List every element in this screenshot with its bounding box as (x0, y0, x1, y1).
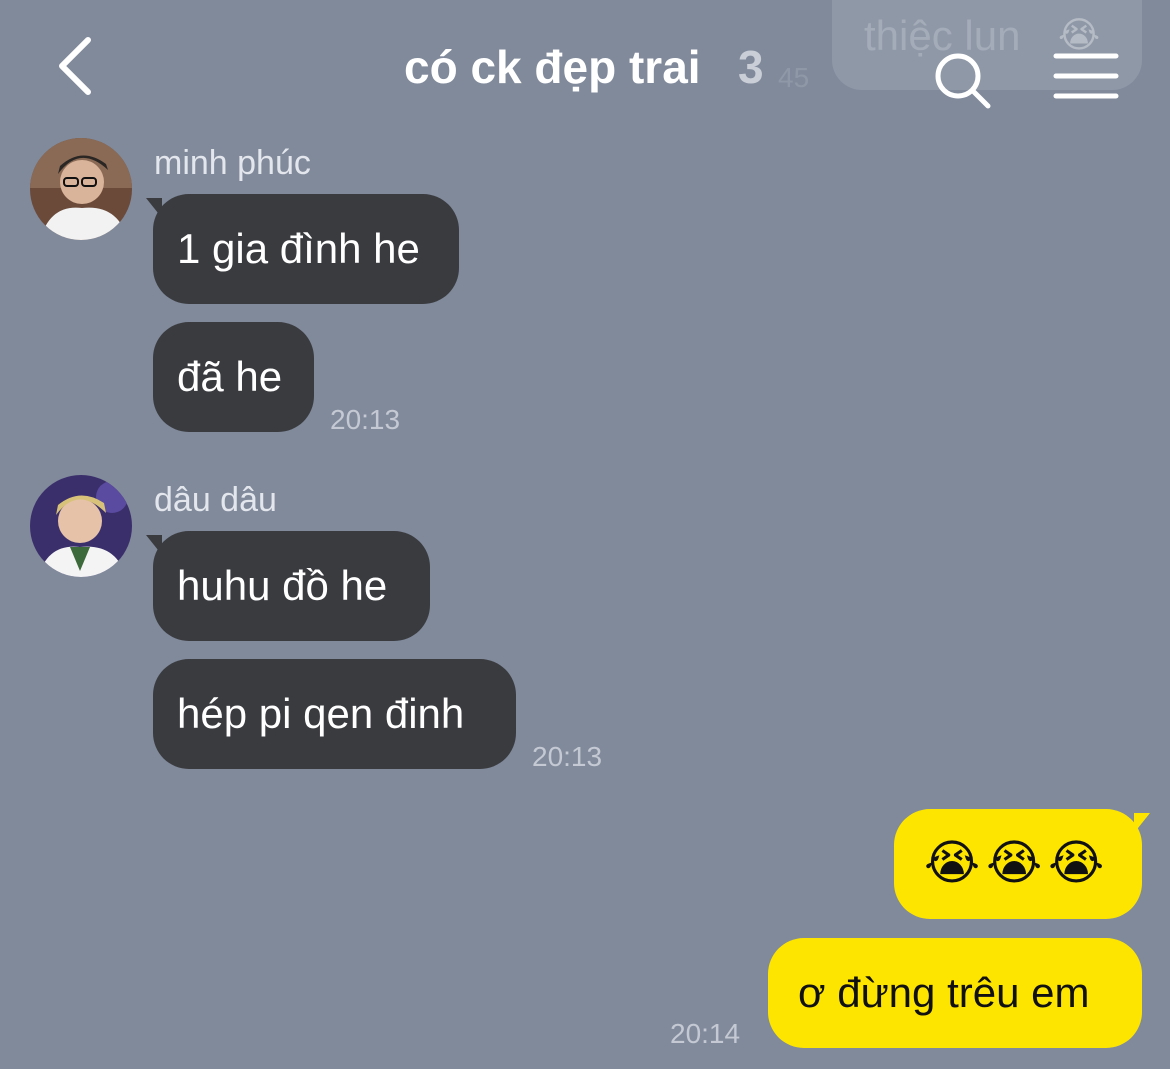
chat-title: có ck đẹp trai (404, 41, 701, 93)
avatar-dau-dau[interactable] (30, 475, 132, 577)
overlap-preview-time: 45 (778, 62, 810, 93)
sender-name-dau-dau: dâu dâu (154, 481, 277, 519)
message-bubble[interactable]: hép pi qen đinh (153, 659, 516, 769)
avatar-minh-phuc[interactable] (30, 138, 132, 240)
menu-button[interactable] (1052, 50, 1120, 102)
sender-name-minh-phuc: minh phúc (154, 144, 311, 182)
user-photo-icon (30, 475, 132, 577)
message-bubble-outgoing[interactable]: ơ đừng trêu em (768, 938, 1142, 1048)
message-timestamp: 20:13 (330, 404, 401, 435)
hamburger-menu-icon (1053, 53, 1119, 99)
message-timestamp: 20:14 (670, 1018, 741, 1049)
message-bubble[interactable]: 1 gia đình he (153, 194, 459, 304)
user-photo-icon (30, 138, 132, 240)
message-bubble[interactable]: đã he (153, 322, 314, 432)
message-timestamp: 20:13 (532, 741, 603, 772)
search-icon (935, 53, 991, 109)
back-button[interactable] (52, 32, 112, 102)
search-button[interactable] (930, 48, 994, 112)
message-bubble-outgoing[interactable]: 😭😭😭 (894, 809, 1142, 919)
member-count: 3 (738, 41, 764, 93)
message-bubble[interactable]: huhu đồ he (153, 531, 430, 641)
chevron-left-icon (59, 37, 91, 95)
